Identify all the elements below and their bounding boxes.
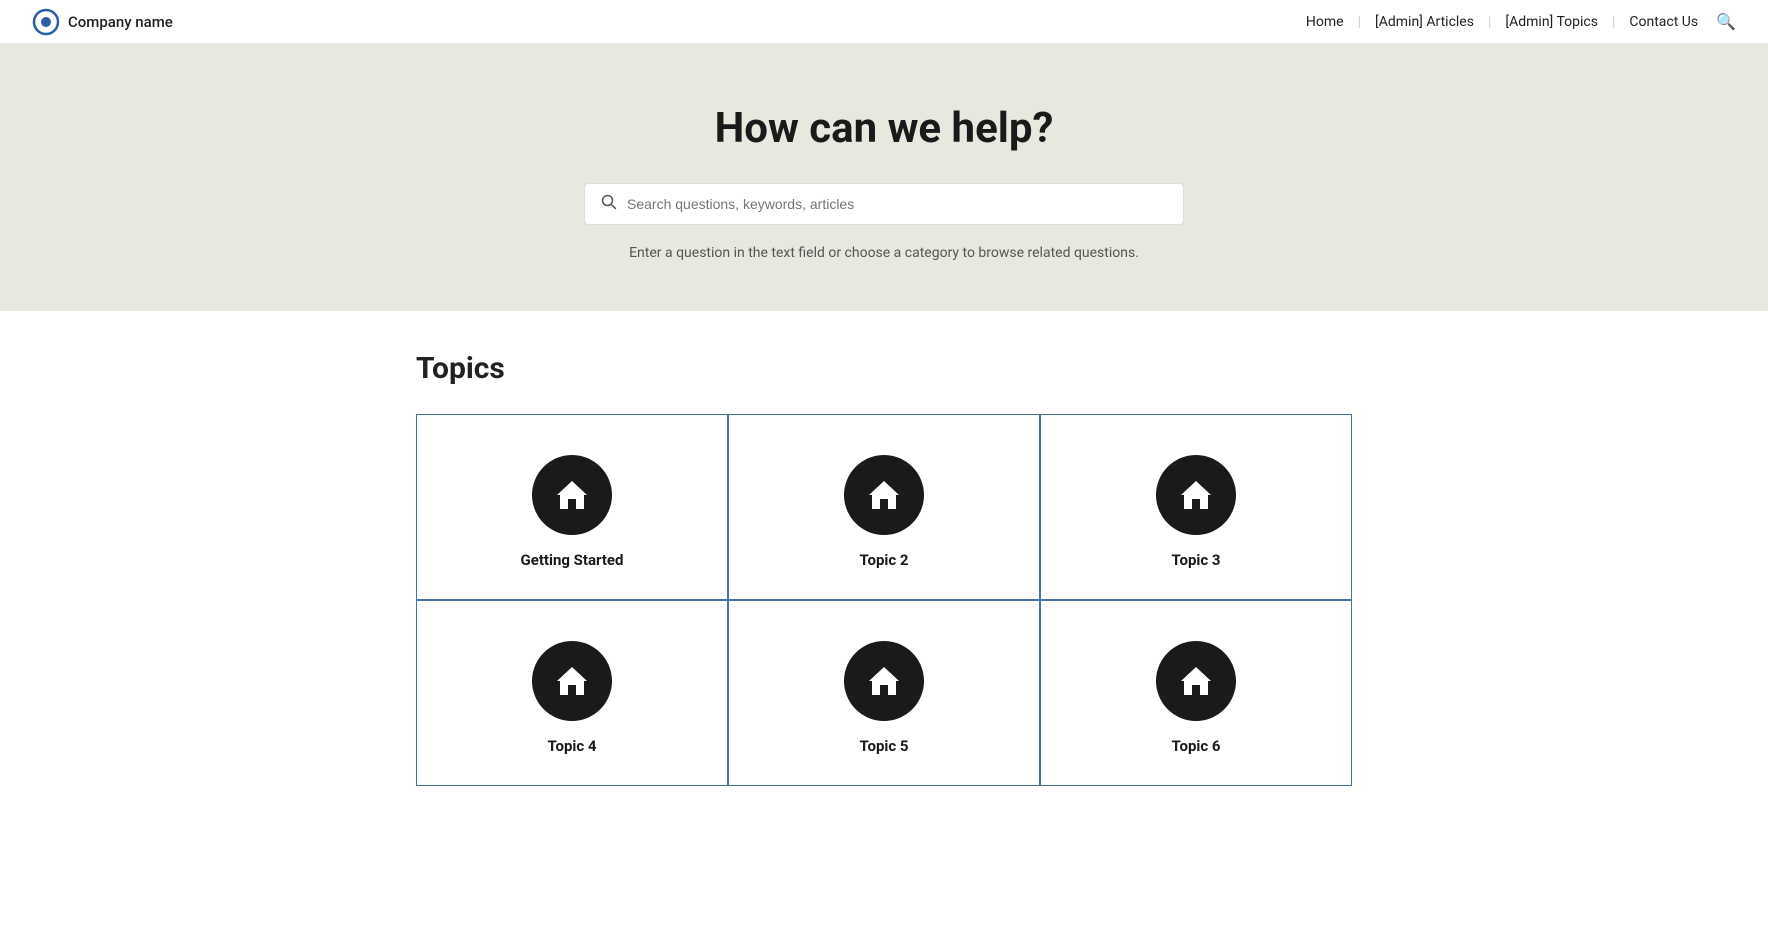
main-content: Topics Getting Started Topic 2 xyxy=(384,351,1384,786)
home-icon-4 xyxy=(552,661,592,701)
topic-label-getting-started: Getting Started xyxy=(521,551,624,569)
topic-icon-getting-started xyxy=(532,455,612,535)
topic-card-5[interactable]: Topic 5 xyxy=(728,600,1040,786)
topic-label-2: Topic 2 xyxy=(859,551,908,569)
search-bar-icon xyxy=(601,194,617,214)
navbar: Company name Home | [Admin] Articles | [… xyxy=(0,0,1768,44)
topic-card-3[interactable]: Topic 3 xyxy=(1040,414,1352,600)
hero-hint: Enter a question in the text field or ch… xyxy=(20,245,1748,261)
topic-card-4[interactable]: Topic 4 xyxy=(416,600,728,786)
topic-card-6[interactable]: Topic 6 xyxy=(1040,600,1352,786)
topics-grid: Getting Started Topic 2 Topic 3 xyxy=(416,414,1352,786)
home-icon-2 xyxy=(864,475,904,515)
topic-label-3: Topic 3 xyxy=(1171,551,1220,569)
topic-card-2[interactable]: Topic 2 xyxy=(728,414,1040,600)
nav-divider-1: | xyxy=(1358,14,1361,30)
topic-label-6: Topic 6 xyxy=(1171,737,1220,755)
topic-card-getting-started[interactable]: Getting Started xyxy=(416,414,728,600)
topic-label-5: Topic 5 xyxy=(859,737,908,755)
topic-icon-5 xyxy=(844,641,924,721)
hero-section: How can we help? Enter a question in the… xyxy=(0,44,1768,311)
nav-divider-2: | xyxy=(1488,14,1491,30)
brand: Company name xyxy=(32,8,173,36)
nav-admin-articles-link[interactable]: [Admin] Articles xyxy=(1367,14,1482,30)
topics-heading: Topics xyxy=(416,351,1352,386)
home-icon xyxy=(552,475,592,515)
nav-contact-us-link[interactable]: Contact Us xyxy=(1621,14,1706,30)
nav-divider-3: | xyxy=(1612,14,1615,30)
home-icon-6 xyxy=(1176,661,1216,701)
brand-logo-icon xyxy=(32,8,60,36)
topic-icon-4 xyxy=(532,641,612,721)
home-icon-5 xyxy=(864,661,904,701)
brand-name: Company name xyxy=(68,13,173,31)
hero-title: How can we help? xyxy=(20,104,1748,153)
search-bar-container xyxy=(584,183,1184,225)
search-icon[interactable]: 🔍 xyxy=(1716,12,1736,31)
navbar-links: Home | [Admin] Articles | [Admin] Topics… xyxy=(1298,12,1736,31)
topic-icon-3 xyxy=(1156,455,1236,535)
topic-icon-6 xyxy=(1156,641,1236,721)
search-input[interactable] xyxy=(627,196,1167,212)
topic-icon-2 xyxy=(844,455,924,535)
home-icon-3 xyxy=(1176,475,1216,515)
search-bar xyxy=(584,183,1184,225)
topic-label-4: Topic 4 xyxy=(547,737,596,755)
nav-home-link[interactable]: Home xyxy=(1298,14,1352,30)
nav-admin-topics-link[interactable]: [Admin] Topics xyxy=(1497,14,1606,30)
